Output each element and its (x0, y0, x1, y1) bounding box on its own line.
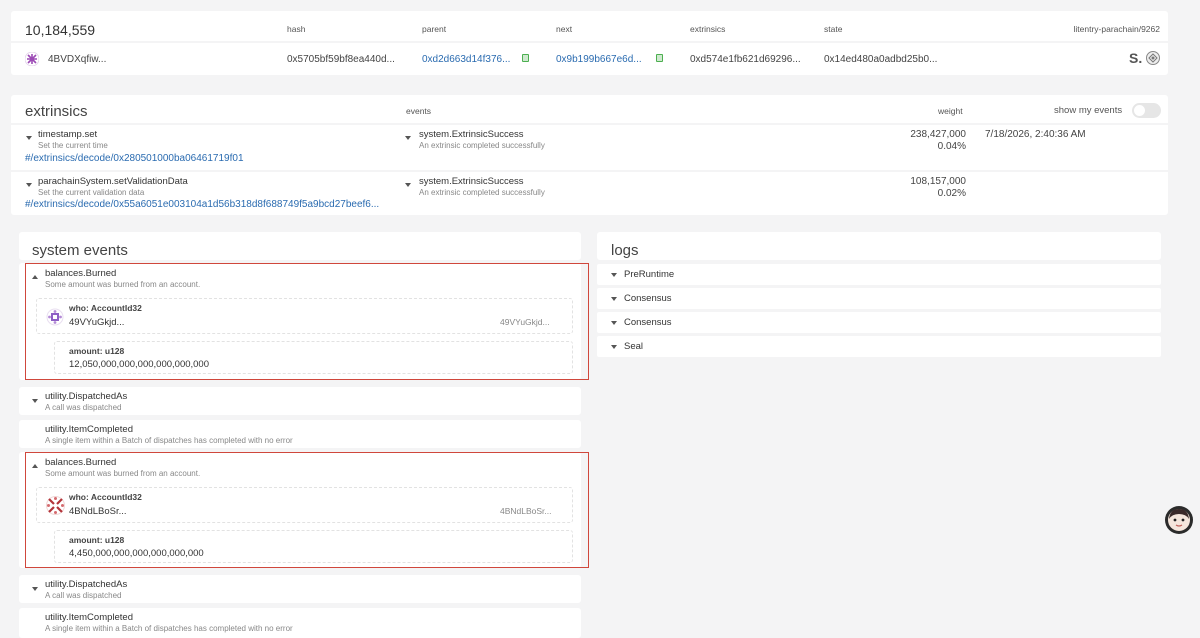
expand-log-icon[interactable] (611, 321, 617, 325)
expand-event-icon[interactable] (32, 399, 38, 403)
author-identicon[interactable] (25, 52, 39, 66)
expand-log-icon[interactable] (611, 297, 617, 301)
copy-next-icon[interactable] (656, 54, 663, 62)
expand-extrinsic-icon[interactable] (26, 183, 32, 187)
col-extrinsics-label: extrinsics (690, 24, 726, 34)
highlight-box (25, 452, 589, 568)
event-desc: An extrinsic completed successfully (419, 141, 545, 150)
log-label: Seal (624, 341, 644, 352)
log-item[interactable]: PreRuntime (597, 264, 1161, 285)
system-events-header: system events (19, 232, 581, 260)
chain-name: litentry-parachain/9262 (1073, 24, 1160, 34)
block-number: 10,184,559 (25, 22, 96, 38)
extrinsics-title: extrinsics (25, 103, 88, 120)
col-state-label: state (824, 24, 843, 34)
extrinsics-card: extrinsics events weight show my events … (11, 95, 1168, 215)
extrinsic-row[interactable]: timestamp.set Set the current time #/ext… (11, 125, 1168, 169)
event-name: utility.DispatchedAs (45, 391, 128, 402)
log-label: Consensus (624, 317, 672, 328)
extrinsic-weight: 238,427,000 (910, 129, 966, 140)
extrinsic-weight-pct: 0.04% (937, 141, 966, 152)
event-desc: An extrinsic completed successfully (419, 188, 545, 197)
event-item[interactable]: utility.DispatchedAs A call was dispatch… (19, 387, 581, 415)
show-my-events-label: show my events (1054, 105, 1123, 116)
event-name: utility.DispatchedAs (45, 579, 128, 590)
highlight-box (25, 263, 589, 380)
state-root[interactable]: 0x14ed480a0adbd25b0... (824, 54, 937, 65)
expand-log-icon[interactable] (611, 273, 617, 277)
event-name: system.ExtrinsicSuccess (419, 176, 524, 187)
block-author[interactable]: 4BVDXqfiw... (48, 54, 106, 65)
validator-identicon[interactable] (1146, 51, 1160, 65)
extrinsic-name: parachainSystem.setValidationData (38, 176, 188, 187)
extrinsic-weight-pct: 0.02% (937, 188, 966, 199)
extrinsic-desc: Set the current time (38, 141, 108, 150)
parent-hash-link[interactable]: 0xd2d663d14f376... (422, 54, 510, 65)
floating-avatar-icon[interactable] (1164, 505, 1194, 535)
extrinsic-decode-link[interactable]: #/extrinsics/decode/0x55a6051e003104a1d5… (25, 199, 379, 210)
block-hash[interactable]: 0x5705bf59bf8ea440d... (287, 54, 395, 65)
extrinsic-weight: 108,157,000 (910, 176, 966, 187)
event-item[interactable]: utility.ItemCompleted A single item with… (19, 608, 581, 638)
col-weight-label: weight (938, 106, 963, 116)
log-item[interactable]: Consensus (597, 288, 1161, 309)
event-desc: A call was dispatched (45, 591, 122, 600)
extrinsic-name: timestamp.set (38, 129, 98, 140)
chain-logo: S. (1129, 50, 1143, 66)
expand-event-icon[interactable] (32, 587, 38, 591)
extrinsic-row[interactable]: parachainSystem.setValidationData Set th… (11, 172, 1168, 215)
copy-parent-icon[interactable] (522, 54, 529, 62)
event-desc: A call was dispatched (45, 403, 122, 412)
col-next-label: next (556, 24, 573, 34)
log-label: PreRuntime (624, 269, 675, 280)
next-hash-link[interactable]: 0x9b199b667e6d... (556, 54, 642, 65)
event-item[interactable]: utility.ItemCompleted A single item with… (19, 420, 581, 448)
expand-extrinsic-icon[interactable] (26, 136, 32, 140)
event-name: utility.ItemCompleted (45, 424, 133, 435)
logs-header: logs (597, 232, 1161, 260)
log-item[interactable]: Consensus (597, 312, 1161, 333)
expand-log-icon[interactable] (611, 345, 617, 349)
extrinsic-time: 7/18/2026, 2:40:36 AM (985, 129, 1086, 140)
event-name: system.ExtrinsicSuccess (419, 129, 524, 140)
expand-event-icon[interactable] (405, 183, 411, 187)
event-desc: A single item within a Batch of dispatch… (45, 436, 293, 445)
extrinsic-desc: Set the current validation data (38, 188, 145, 197)
extrinsic-decode-link[interactable]: #/extrinsics/decode/0x280501000ba0646171… (25, 153, 244, 164)
expand-event-icon[interactable] (405, 136, 411, 140)
event-desc: A single item within a Batch of dispatch… (45, 624, 293, 633)
show-my-events-toggle[interactable] (1132, 103, 1161, 118)
event-item[interactable]: utility.DispatchedAs A call was dispatch… (19, 575, 581, 603)
col-events-label: events (406, 106, 432, 116)
system-events-title: system events (32, 242, 128, 259)
log-item[interactable]: Seal (597, 336, 1161, 357)
event-name: utility.ItemCompleted (45, 612, 133, 623)
extrinsics-root[interactable]: 0xd574e1fb621d69296... (690, 54, 801, 65)
block-header-card: 10,184,559 hash parent next extrinsics s… (11, 11, 1168, 75)
col-parent-label: parent (422, 24, 447, 34)
col-hash-label: hash (287, 24, 306, 34)
logs-title: logs (611, 242, 639, 259)
log-label: Consensus (624, 293, 672, 304)
